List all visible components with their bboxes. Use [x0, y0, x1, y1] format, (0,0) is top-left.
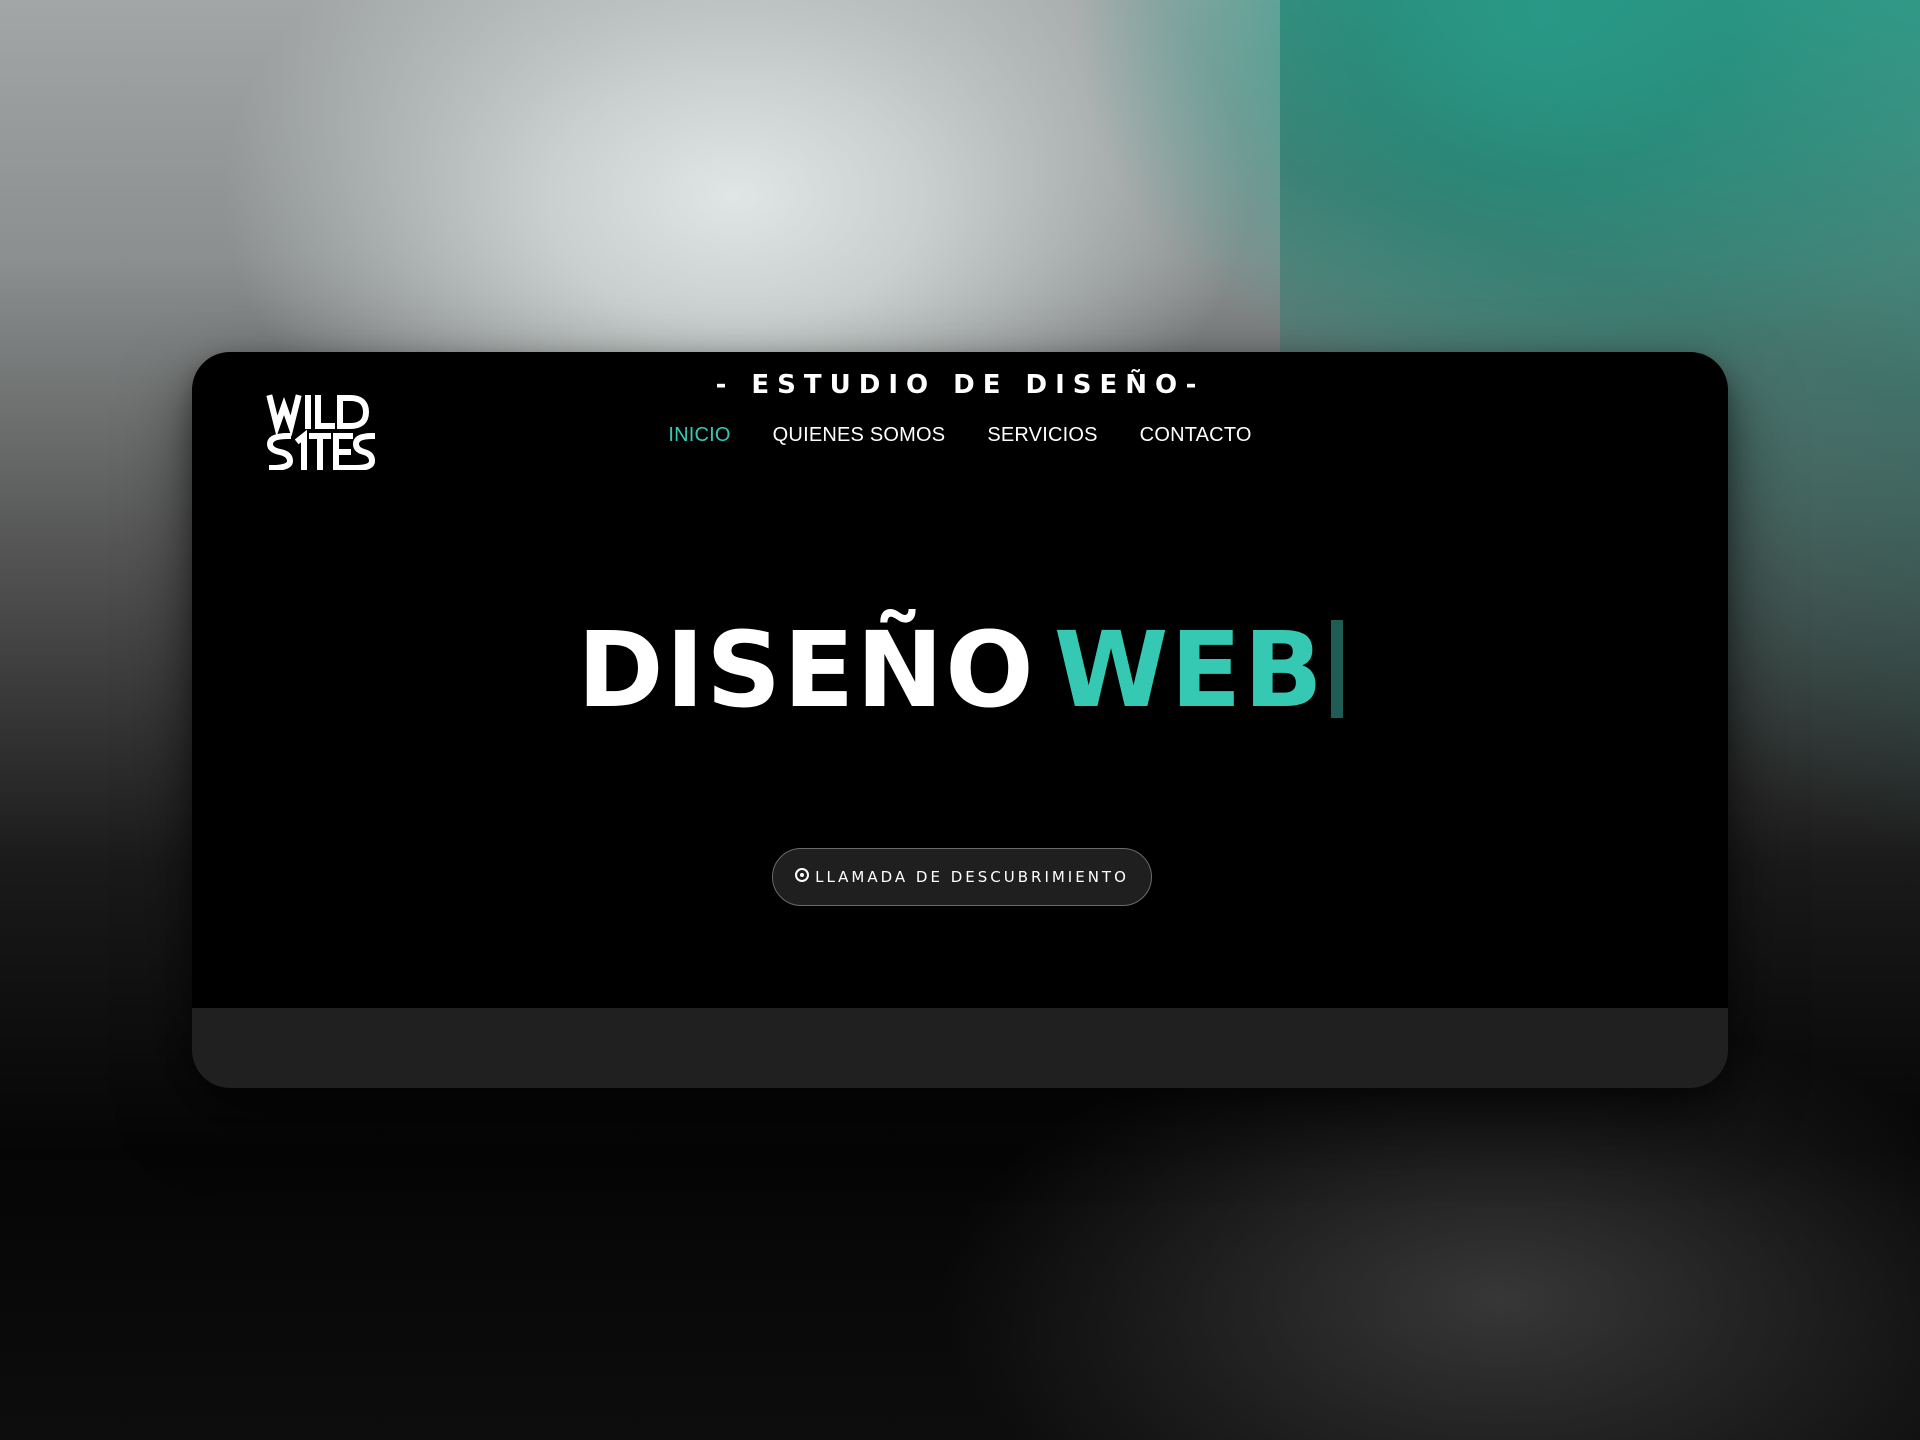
nav-item-inicio[interactable]: INICIO: [668, 424, 730, 447]
website-window: - ESTUDIO DE DISEÑO- INICIO QUIENES SOMO…: [192, 352, 1728, 1088]
hero-word-web: WEB: [1053, 609, 1325, 731]
hero-word-diseno: DISEÑO: [577, 609, 1036, 731]
nav-item-quienes-somos[interactable]: QUIENES SOMOS: [773, 424, 946, 447]
discovery-call-button[interactable]: LLAMADA DE DESCUBRIMIENTO: [772, 848, 1152, 906]
hero-heading: DISEÑO WEB: [192, 610, 1728, 730]
nav-item-servicios[interactable]: SERVICIOS: [987, 424, 1097, 447]
studio-tagline: - ESTUDIO DE DISEÑO-: [715, 370, 1205, 400]
typing-cursor: [1330, 620, 1343, 718]
main-nav: INICIO QUIENES SOMOS SERVICIOS CONTACTO: [192, 424, 1728, 447]
record-icon: [795, 868, 810, 882]
discovery-call-label: LLAMADA DE DESCUBRIMIENTO: [815, 868, 1129, 886]
nav-item-contacto[interactable]: CONTACTO: [1140, 424, 1252, 447]
footer-band: [192, 1008, 1728, 1088]
